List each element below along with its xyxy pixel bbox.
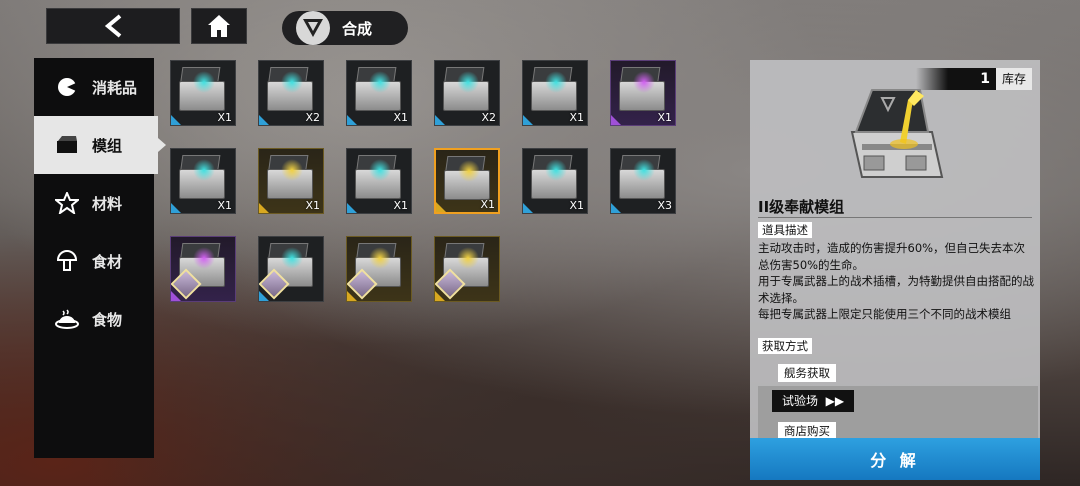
module-item-tile[interactable]: X3 [610, 148, 676, 214]
star-icon [54, 190, 80, 216]
module-item-tile[interactable]: X1 [346, 148, 412, 214]
item-quantity: X1 [569, 111, 584, 124]
item-detail-panel: 1 库存 II级奉献模组 道具描述 主动攻击时，造成的伤害提升60%，但自己失去… [750, 60, 1040, 480]
item-quantity: X1 [569, 199, 584, 212]
rarity-corner [171, 203, 181, 213]
item-description: 主动攻击时，造成的伤害提升60%，但自己失去本次总伤害50%的生命。 用于专属武… [758, 241, 1034, 321]
module-glow-icon [281, 71, 303, 93]
chevron-left-icon [104, 14, 122, 38]
module-item-tile[interactable]: X2 [434, 60, 500, 126]
module-item-tile[interactable] [170, 236, 236, 302]
module-item-tile[interactable]: X1 [610, 60, 676, 126]
item-quantity: X3 [657, 199, 672, 212]
pie-icon [54, 74, 80, 100]
sidebar-item-label: 食物 [92, 310, 123, 329]
sidebar-item-label: 消耗品 [92, 78, 138, 97]
dish-icon [54, 306, 80, 332]
rarity-corner [347, 115, 357, 125]
back-button[interactable] [46, 8, 180, 44]
item-quantity: X1 [217, 111, 232, 124]
sidebar-item-modules[interactable]: 模组 [34, 116, 166, 174]
rarity-corner [611, 115, 621, 125]
sidebar-item-label: 食材 [92, 252, 123, 271]
rarity-corner [259, 203, 269, 213]
module-glow-icon [545, 159, 567, 181]
module-item-tile[interactable]: X1 [522, 60, 588, 126]
module-glow-icon [369, 247, 391, 269]
rarity-corner [259, 115, 269, 125]
item-quantity: X1 [393, 199, 408, 212]
module-glow-icon [458, 160, 480, 182]
item-name: II级奉献模组 [758, 198, 845, 216]
module-glow-icon [281, 247, 303, 269]
module-glow-icon [193, 71, 215, 93]
item-quantity: X1 [657, 111, 672, 124]
acquire-label: 获取方式 [758, 338, 812, 354]
module-glow-icon [633, 71, 655, 93]
module-glow-icon [457, 247, 479, 269]
sidebar-item-consumables[interactable]: 消耗品 [34, 58, 154, 116]
home-icon [208, 15, 230, 37]
acquire-source-fleet[interactable]: 舰务获取 [778, 364, 836, 382]
module-item-tile[interactable] [434, 236, 500, 302]
page-title: 合成 [342, 19, 373, 38]
fast-forward-icon: ▶▶ [821, 394, 845, 408]
decompose-button[interactable]: 分 解 [750, 438, 1040, 480]
module-glow-icon [545, 71, 567, 93]
module-glow-icon [369, 71, 391, 93]
module-glow-icon [457, 71, 479, 93]
item-quantity: X1 [480, 198, 495, 211]
rarity-corner [523, 203, 533, 213]
module-glow-icon [193, 247, 215, 269]
rarity-corner [523, 115, 533, 125]
description-label: 道具描述 [758, 222, 812, 238]
module-glow-icon [633, 159, 655, 181]
trial-label: 试验场 [782, 394, 819, 408]
rarity-corner [436, 202, 446, 212]
page-title-pill: 合成 [282, 11, 408, 45]
rarity-corner [171, 115, 181, 125]
module-item-tile[interactable]: X2 [258, 60, 324, 126]
mushroom-icon [54, 248, 80, 274]
module-item-tile[interactable]: X1 [170, 60, 236, 126]
rarity-corner [611, 203, 621, 213]
acquire-source-trial-button[interactable]: 试验场 ▶▶ [772, 390, 855, 412]
synthesis-logo-icon [296, 11, 330, 45]
module-item-tile[interactable] [346, 236, 412, 302]
rarity-corner [435, 115, 445, 125]
box-icon [54, 132, 80, 158]
home-button[interactable] [191, 8, 247, 44]
module-item-tile[interactable]: X1 [434, 148, 500, 214]
module-glow-icon [281, 159, 303, 181]
item-quantity: X1 [305, 199, 320, 212]
rarity-corner [347, 203, 357, 213]
module-item-tile[interactable]: X1 [170, 148, 236, 214]
item-quantity: X2 [305, 111, 320, 124]
module-item-tile[interactable]: X1 [522, 148, 588, 214]
item-quantity: X1 [393, 111, 408, 124]
stock-label: 库存 [995, 68, 1032, 90]
item-quantity: X1 [217, 199, 232, 212]
module-item-tile[interactable]: X1 [346, 60, 412, 126]
item-quantity: X2 [481, 111, 496, 124]
sidebar-item-label: 模组 [92, 136, 123, 155]
module-item-tile[interactable]: X1 [258, 148, 324, 214]
sidebar-item-label: 材料 [92, 194, 123, 213]
module-glow-icon [369, 159, 391, 181]
category-sidebar: 消耗品 模组 材料 食材 食物 [34, 58, 166, 458]
divider [758, 217, 1032, 218]
module-chest-icon [842, 82, 952, 192]
module-item-tile[interactable] [258, 236, 324, 302]
module-glow-icon [193, 159, 215, 181]
sidebar-item-food[interactable]: 食物 [34, 290, 154, 348]
sidebar-item-ingredients[interactable]: 食材 [34, 232, 154, 290]
sidebar-item-materials[interactable]: 材料 [34, 174, 154, 232]
